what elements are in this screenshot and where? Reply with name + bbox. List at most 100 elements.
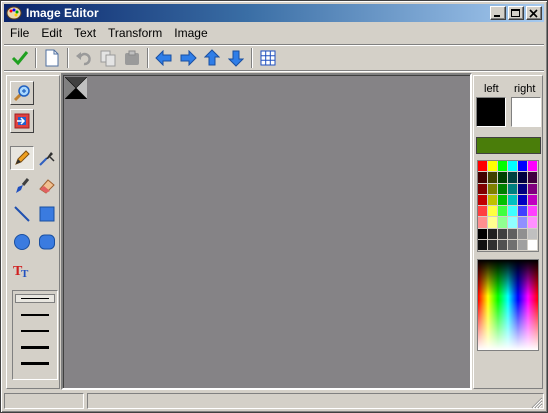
palette-swatch[interactable] <box>518 228 528 240</box>
palette-swatch[interactable] <box>478 183 488 195</box>
rounded-rectangle-tool[interactable] <box>35 230 59 254</box>
new-page-icon <box>45 49 59 67</box>
palette-swatch[interactable] <box>518 206 528 218</box>
palette-swatch[interactable] <box>488 172 498 184</box>
menu-image[interactable]: Image <box>168 26 213 40</box>
close-button[interactable] <box>526 6 542 20</box>
shift-down-button[interactable] <box>225 47 247 69</box>
palette-swatch[interactable] <box>498 194 508 206</box>
palette-swatch[interactable] <box>508 172 518 184</box>
palette-swatch[interactable] <box>488 239 498 251</box>
ellipse-tool[interactable] <box>10 230 34 254</box>
shift-up-button[interactable] <box>201 47 223 69</box>
apply-button[interactable] <box>9 47 31 69</box>
copy-button[interactable] <box>97 47 119 69</box>
palette-swatch[interactable] <box>528 183 538 195</box>
palette-swatch[interactable] <box>498 206 508 218</box>
palette-swatch[interactable] <box>528 206 538 218</box>
line-width-4[interactable] <box>21 346 49 349</box>
palette-swatch[interactable] <box>518 183 528 195</box>
shift-left-button[interactable] <box>153 47 175 69</box>
palette-swatch[interactable] <box>528 172 538 184</box>
color-spectrum[interactable] <box>477 259 539 351</box>
color-picker-tool[interactable] <box>35 146 59 170</box>
grid-button[interactable] <box>257 47 279 69</box>
palette-swatch[interactable] <box>508 206 518 218</box>
line-tool[interactable] <box>10 202 34 226</box>
line-width-3[interactable] <box>21 330 49 332</box>
line-width-2[interactable] <box>21 314 49 316</box>
left-color-label: left <box>484 83 499 95</box>
paste-button[interactable] <box>121 47 143 69</box>
palette-swatch[interactable] <box>518 172 528 184</box>
menu-transform[interactable]: Transform <box>102 26 168 40</box>
image-canvas[interactable] <box>65 77 87 99</box>
palette-swatch[interactable] <box>478 217 488 229</box>
copy-icon <box>100 50 116 67</box>
current-color-bar[interactable] <box>476 137 541 154</box>
color-picker-icon <box>39 152 55 166</box>
palette-swatch[interactable] <box>488 194 498 206</box>
palette-swatch[interactable] <box>508 194 518 206</box>
palette-swatch[interactable] <box>488 206 498 218</box>
palette-swatch[interactable] <box>518 217 528 229</box>
palette-swatch[interactable] <box>498 239 508 251</box>
palette-swatch[interactable] <box>528 239 538 251</box>
maximize-button[interactable] <box>508 6 524 20</box>
resize-grip-icon[interactable] <box>531 397 543 409</box>
canvas-area[interactable] <box>61 73 472 390</box>
palette-swatch[interactable] <box>478 172 488 184</box>
palette-swatch[interactable] <box>508 183 518 195</box>
palette-swatch[interactable] <box>528 228 538 240</box>
resize-tool[interactable] <box>10 109 34 133</box>
palette-swatch[interactable] <box>508 228 518 240</box>
brush-icon <box>16 178 30 193</box>
undo-button[interactable] <box>73 47 95 69</box>
left-color-swatch[interactable] <box>476 97 506 127</box>
brush-tool[interactable] <box>10 174 34 198</box>
palette-swatch[interactable] <box>518 239 528 251</box>
palette-swatch[interactable] <box>498 172 508 184</box>
new-button[interactable] <box>41 47 63 69</box>
palette-swatch[interactable] <box>478 239 488 251</box>
menu-bar: File Edit Text Transform Image <box>4 24 544 42</box>
menu-file[interactable]: File <box>4 26 35 40</box>
palette-swatch[interactable] <box>478 161 488 173</box>
paste-icon <box>125 50 139 65</box>
right-color-swatch[interactable] <box>511 97 541 127</box>
menu-edit[interactable]: Edit <box>35 26 68 40</box>
palette-swatch[interactable] <box>498 183 508 195</box>
line-width-1[interactable] <box>21 298 49 299</box>
title-bar[interactable]: Image Editor <box>4 4 544 22</box>
palette-swatch[interactable] <box>478 206 488 218</box>
palette-swatch[interactable] <box>528 161 538 173</box>
palette-swatch[interactable] <box>488 228 498 240</box>
line-width-5[interactable] <box>21 362 49 365</box>
palette-swatch[interactable] <box>488 183 498 195</box>
menu-text[interactable]: Text <box>68 26 102 40</box>
palette-swatch[interactable] <box>528 217 538 229</box>
palette-swatch[interactable] <box>488 161 498 173</box>
palette-swatch[interactable] <box>508 217 518 229</box>
rectangle-tool[interactable] <box>35 202 59 226</box>
palette-swatch[interactable] <box>498 161 508 173</box>
palette-swatch[interactable] <box>518 194 528 206</box>
zoom-tool[interactable] <box>10 81 34 105</box>
arrow-left-icon <box>155 50 172 66</box>
palette-swatch[interactable] <box>478 228 488 240</box>
eraser-tool[interactable] <box>35 174 59 198</box>
palette-swatch[interactable] <box>508 239 518 251</box>
palette-swatch[interactable] <box>518 161 528 173</box>
palette-swatch[interactable] <box>488 217 498 229</box>
undo-icon <box>76 52 91 66</box>
pencil-tool[interactable] <box>10 146 34 170</box>
palette-swatch[interactable] <box>498 217 508 229</box>
resize-icon <box>14 113 30 129</box>
minimize-button[interactable] <box>490 6 506 20</box>
palette-swatch[interactable] <box>508 161 518 173</box>
palette-swatch[interactable] <box>478 194 488 206</box>
shift-right-button[interactable] <box>177 47 199 69</box>
text-tool[interactable]: TT <box>10 258 34 282</box>
palette-swatch[interactable] <box>498 228 508 240</box>
palette-swatch[interactable] <box>528 194 538 206</box>
